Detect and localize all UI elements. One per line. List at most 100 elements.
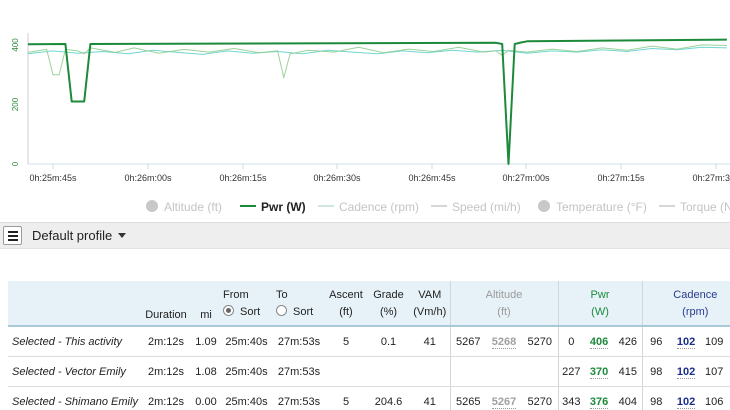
pwr-avg-value: 370	[589, 365, 609, 379]
cell-ascent: 5	[325, 386, 367, 410]
cell-pwr-max: 426	[614, 326, 643, 357]
cell-pwr-avg: 376	[584, 386, 615, 410]
alt-avg-value: 5268	[491, 335, 517, 349]
cell-pwr-max: 404	[614, 386, 643, 410]
legend-label: Pwr (W)	[261, 200, 306, 214]
legend-item[interactable]: Temperature (°F)	[538, 200, 647, 214]
cell-alt-avg	[486, 356, 522, 387]
table-row[interactable]: Selected - Shimano Emily 2m:12s 0.00 25m…	[8, 386, 730, 410]
header-duration[interactable]: Duration	[140, 281, 192, 327]
y-tick-label: 0	[11, 161, 20, 166]
cell-vam: 41	[410, 326, 450, 357]
cell-pwr-min: 0	[557, 326, 585, 357]
header-vam-unit: (Vm/h)	[413, 306, 447, 318]
cell-duration: 2m:12s	[140, 356, 192, 387]
cad-avg-value: 102	[676, 365, 696, 379]
header-cadence-label: Cadence	[673, 289, 718, 301]
row-name: Selected - This activity	[8, 326, 140, 357]
table-header-row: Duration mi From Sort To Sort Ascent (ft…	[8, 281, 730, 327]
legend-item[interactable]: Altitude (ft)	[146, 200, 222, 214]
alt-avg-value: 5267	[491, 395, 517, 409]
header-ascent-label: Ascent	[329, 289, 363, 301]
legend-label: Cadence (rpm)	[339, 200, 419, 214]
header-altitude[interactable]: Altitude (ft)	[449, 281, 559, 327]
cell-alt-min: 5267	[449, 326, 486, 357]
legend-item[interactable]: Pwr (W)	[240, 200, 306, 214]
y-tick-label: 400	[11, 38, 20, 52]
cell-to: 27m:53s	[273, 386, 325, 410]
menu-icon[interactable]	[3, 226, 22, 245]
legend-circle-icon	[538, 200, 550, 212]
profile-label: Default profile	[32, 228, 113, 243]
cell-ascent	[325, 356, 367, 387]
table-row[interactable]: Selected - This activity 2m:12s 1.09 25m…	[8, 326, 730, 357]
power-chart[interactable]: 0 200 400 0h:25m:45s 0h:26m:00s 0h:26m:15s 0h…	[0, 0, 730, 222]
cell-pwr-min: 343	[557, 386, 585, 410]
cell-grade	[367, 356, 410, 387]
cell-to: 27m:53s	[273, 326, 325, 357]
cell-grade: 204.6	[367, 386, 410, 410]
profile-dropdown[interactable]: Default profile	[32, 228, 127, 243]
cell-alt-min: 5265	[449, 386, 486, 410]
legend-item[interactable]: Cadence (rpm)	[318, 200, 419, 214]
cell-to: 27m:53s	[273, 356, 325, 387]
header-to[interactable]: To Sort	[273, 281, 325, 327]
sort-label-to: Sort	[293, 306, 314, 318]
header-pwr-label: Pwr	[590, 289, 610, 301]
x-tick-label: 0h:27m:15s	[597, 173, 645, 183]
series-line-pwr	[27, 38, 727, 165]
cad-avg-value: 102	[676, 395, 696, 409]
header-mi[interactable]: mi	[192, 281, 220, 327]
header-grade[interactable]: Grade (%)	[367, 281, 410, 327]
y-tick-label: 200	[11, 97, 20, 111]
header-grade-label: Grade	[373, 289, 404, 301]
intervals-table: Duration mi From Sort To Sort Ascent (ft…	[8, 281, 730, 410]
cell-cad-min: 96	[641, 326, 671, 357]
x-tick-label: 0h:25m:45s	[29, 173, 77, 183]
sort-radio-to[interactable]	[276, 305, 287, 316]
series-layer	[27, 38, 727, 165]
x-tick-label: 0h:27m:30s	[692, 173, 730, 183]
intervals-table-container: Duration mi From Sort To Sort Ascent (ft…	[8, 281, 730, 410]
x-tick-label: 0h:26m:15s	[219, 173, 267, 183]
table-row[interactable]: Selected - Vector Emily 2m:12s 1.08 25m:…	[8, 356, 730, 387]
cell-alt-max: 5270	[522, 386, 559, 410]
legend-label: Temperature (°F)	[556, 200, 647, 214]
pwr-avg-value: 376	[589, 395, 609, 409]
sort-radio-from[interactable]	[223, 305, 234, 316]
header-cadence-unit: (rpm)	[682, 306, 709, 318]
legend-item[interactable]: Torque (N	[659, 200, 730, 214]
header-to-label: To	[276, 289, 288, 301]
header-vam[interactable]: VAM (Vm/h)	[410, 281, 450, 327]
header-pwr[interactable]: Pwr (W)	[557, 281, 643, 327]
header-ascent-unit: (ft)	[339, 306, 353, 318]
y-axis-ticks: 0 200 400	[11, 38, 20, 167]
header-cadence[interactable]: Cadence (rpm)	[641, 281, 730, 327]
cell-cad-max: 109	[702, 326, 730, 357]
legend-label: Altitude (ft)	[164, 200, 222, 214]
sort-label-from: Sort	[240, 306, 261, 318]
cell-vam: 41	[410, 386, 450, 410]
header-ascent[interactable]: Ascent (ft)	[325, 281, 367, 327]
legend-circle-icon	[146, 200, 158, 212]
header-from[interactable]: From Sort	[220, 281, 273, 327]
cell-pwr-avg: 370	[584, 356, 615, 387]
header-from-label: From	[223, 289, 249, 301]
cell-cad-avg: 102	[670, 356, 703, 387]
cad-avg-value: 102	[676, 335, 696, 349]
x-axis-ticks: 0h:25m:45s 0h:26m:00s 0h:26m:15s 0h:26m:30s…	[29, 164, 730, 183]
cell-pwr-min: 227	[557, 356, 585, 387]
header-altitude-label: Altitude	[485, 289, 523, 301]
cell-alt-avg: 5267	[486, 386, 522, 410]
cell-mi: 1.08	[192, 356, 220, 387]
cell-duration: 2m:12s	[140, 326, 192, 357]
cell-from: 25m:40s	[220, 386, 273, 410]
cell-alt-max	[522, 356, 559, 387]
cell-cad-min: 98	[641, 356, 671, 387]
cell-vam	[410, 356, 450, 387]
legend-item[interactable]: Speed (mi/h)	[431, 200, 521, 214]
pwr-avg-value: 406	[589, 335, 609, 349]
cell-alt-avg: 5268	[486, 326, 522, 357]
cell-alt-min	[449, 356, 486, 387]
cell-cad-max: 107	[702, 356, 730, 387]
